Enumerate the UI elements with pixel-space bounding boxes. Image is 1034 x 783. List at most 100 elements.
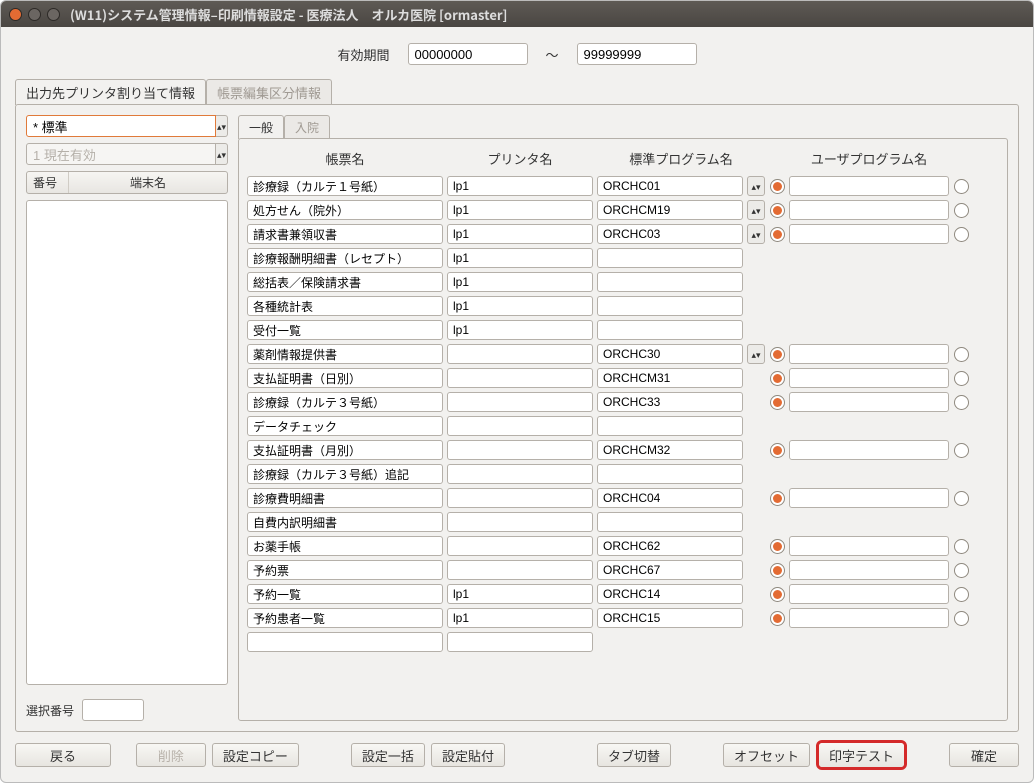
user-radio[interactable] bbox=[954, 371, 969, 386]
std-prog-input[interactable] bbox=[597, 248, 743, 268]
form-name-input[interactable] bbox=[247, 368, 443, 388]
printer-name-input[interactable] bbox=[447, 248, 593, 268]
form-name-input[interactable] bbox=[247, 296, 443, 316]
printer-name-input[interactable] bbox=[447, 416, 593, 436]
std-prog-input[interactable] bbox=[597, 416, 743, 436]
form-name-input[interactable] bbox=[247, 272, 443, 292]
minimize-icon[interactable] bbox=[28, 8, 41, 21]
user-prog-input[interactable] bbox=[789, 392, 949, 412]
user-radio[interactable] bbox=[954, 227, 969, 242]
user-radio[interactable] bbox=[954, 611, 969, 626]
printer-name-input[interactable] bbox=[447, 608, 593, 628]
form-name-input[interactable] bbox=[247, 224, 443, 244]
printer-name-input[interactable] bbox=[447, 200, 593, 220]
printer-name-input[interactable] bbox=[447, 272, 593, 292]
user-radio[interactable] bbox=[954, 179, 969, 194]
user-prog-input[interactable] bbox=[789, 224, 949, 244]
ok-button[interactable]: 確定 bbox=[949, 743, 1019, 767]
printer-name-input[interactable] bbox=[447, 176, 593, 196]
printer-name-input[interactable] bbox=[447, 584, 593, 604]
user-prog-input[interactable] bbox=[789, 344, 949, 364]
user-radio[interactable] bbox=[954, 203, 969, 218]
form-name-input[interactable] bbox=[247, 416, 443, 436]
terminal-standard-input[interactable] bbox=[26, 115, 216, 137]
printer-name-input[interactable] bbox=[447, 224, 593, 244]
std-prog-input[interactable] bbox=[597, 392, 743, 412]
selected-num-input[interactable] bbox=[82, 699, 144, 721]
spinner-icon[interactable]: ▴▾ bbox=[216, 115, 228, 137]
std-prog-input[interactable] bbox=[597, 224, 743, 244]
copy-button[interactable]: 設定コピー bbox=[212, 743, 299, 767]
std-prog-input[interactable] bbox=[597, 176, 743, 196]
form-name-input[interactable] bbox=[247, 344, 443, 364]
user-prog-input[interactable] bbox=[789, 608, 949, 628]
printer-name-input[interactable] bbox=[447, 368, 593, 388]
std-prog-input[interactable] bbox=[597, 536, 743, 556]
form-name-input[interactable] bbox=[247, 536, 443, 556]
printer-name-input[interactable] bbox=[447, 536, 593, 556]
std-prog-input[interactable] bbox=[597, 608, 743, 628]
spinner-icon[interactable]: ▴▾ bbox=[747, 344, 765, 364]
user-prog-input[interactable] bbox=[789, 368, 949, 388]
user-radio[interactable] bbox=[954, 587, 969, 602]
std-prog-input[interactable] bbox=[597, 440, 743, 460]
user-prog-input[interactable] bbox=[789, 536, 949, 556]
std-prog-input[interactable] bbox=[597, 344, 743, 364]
tab-form-edit[interactable]: 帳票編集区分情報 bbox=[206, 79, 332, 105]
std-radio[interactable] bbox=[770, 539, 785, 554]
close-icon[interactable] bbox=[9, 8, 22, 21]
std-radio[interactable] bbox=[770, 443, 785, 458]
user-radio[interactable] bbox=[954, 443, 969, 458]
std-prog-input[interactable] bbox=[597, 320, 743, 340]
paste-button[interactable]: 設定貼付 bbox=[431, 743, 505, 767]
printer-name-input[interactable] bbox=[447, 344, 593, 364]
user-radio[interactable] bbox=[954, 347, 969, 362]
form-name-input[interactable] bbox=[247, 200, 443, 220]
form-name-input[interactable] bbox=[247, 248, 443, 268]
valid-from-input[interactable] bbox=[408, 43, 528, 65]
printer-name-input[interactable] bbox=[447, 464, 593, 484]
std-prog-input[interactable] bbox=[597, 272, 743, 292]
user-prog-input[interactable] bbox=[789, 440, 949, 460]
printer-name-input[interactable] bbox=[447, 320, 593, 340]
std-radio[interactable] bbox=[770, 563, 785, 578]
form-name-input[interactable] bbox=[247, 392, 443, 412]
std-radio[interactable] bbox=[770, 227, 785, 242]
maximize-icon[interactable] bbox=[47, 8, 60, 21]
spinner-icon[interactable]: ▴▾ bbox=[747, 200, 765, 220]
tab-general[interactable]: 一般 bbox=[238, 115, 284, 139]
user-prog-input[interactable] bbox=[789, 176, 949, 196]
form-name-input[interactable] bbox=[247, 584, 443, 604]
printer-name-input[interactable] bbox=[447, 296, 593, 316]
back-button[interactable]: 戻る bbox=[15, 743, 111, 767]
form-name-input[interactable] bbox=[247, 320, 443, 340]
delete-button[interactable]: 削除 bbox=[136, 743, 206, 767]
printer-name-input[interactable] bbox=[447, 440, 593, 460]
form-name-input[interactable] bbox=[247, 512, 443, 532]
std-prog-input[interactable] bbox=[597, 488, 743, 508]
std-radio[interactable] bbox=[770, 203, 785, 218]
form-name-input[interactable] bbox=[247, 632, 443, 652]
std-prog-input[interactable] bbox=[597, 368, 743, 388]
user-prog-input[interactable] bbox=[789, 488, 949, 508]
user-radio[interactable] bbox=[954, 563, 969, 578]
user-prog-input[interactable] bbox=[789, 560, 949, 580]
std-prog-input[interactable] bbox=[597, 200, 743, 220]
offset-button[interactable]: オフセット bbox=[723, 743, 810, 767]
std-prog-input[interactable] bbox=[597, 296, 743, 316]
std-radio[interactable] bbox=[770, 587, 785, 602]
user-prog-input[interactable] bbox=[789, 200, 949, 220]
form-name-input[interactable] bbox=[247, 608, 443, 628]
printer-name-input[interactable] bbox=[447, 512, 593, 532]
spinner-icon[interactable]: ▴▾ bbox=[747, 176, 765, 196]
std-radio[interactable] bbox=[770, 179, 785, 194]
form-name-input[interactable] bbox=[247, 440, 443, 460]
std-radio[interactable] bbox=[770, 491, 785, 506]
form-name-input[interactable] bbox=[247, 560, 443, 580]
std-radio[interactable] bbox=[770, 371, 785, 386]
user-radio[interactable] bbox=[954, 395, 969, 410]
std-prog-input[interactable] bbox=[597, 464, 743, 484]
printer-name-input[interactable] bbox=[447, 488, 593, 508]
tab-inpatient[interactable]: 入院 bbox=[284, 115, 330, 139]
user-prog-input[interactable] bbox=[789, 584, 949, 604]
